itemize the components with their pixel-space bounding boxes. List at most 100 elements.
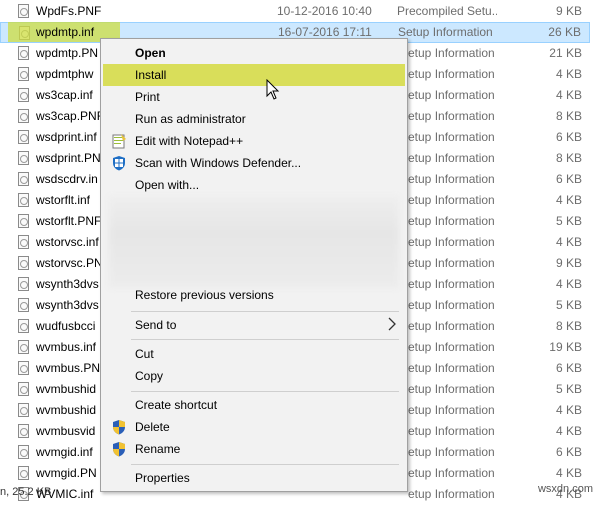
file-type: etup Information	[408, 88, 495, 102]
file-size: 8 KB	[555, 109, 582, 123]
inf-file-icon	[18, 382, 29, 396]
menu-label: Install	[135, 68, 167, 82]
menu-label: Create shortcut	[135, 398, 218, 412]
inf-file-icon	[18, 88, 29, 102]
blurred-menu-region	[109, 196, 399, 288]
chevron-right-icon	[387, 317, 397, 331]
uac-shield-icon	[111, 419, 127, 435]
file-type: etup Information	[408, 361, 495, 375]
file-size: 4 KB	[555, 88, 582, 102]
file-size: 5 KB	[555, 214, 582, 228]
file-name: wpdmtp.PN	[36, 46, 99, 60]
menu-item-print[interactable]: Print	[103, 86, 405, 108]
inf-file-icon	[18, 130, 29, 144]
file-name: wstorflt.PNF	[36, 214, 102, 228]
file-type: etup Information	[408, 235, 495, 249]
file-type: etup Information	[408, 340, 495, 354]
inf-file-icon	[18, 466, 29, 480]
menu-item-scan-defender[interactable]: Scan with Windows Defender...	[103, 152, 405, 174]
file-size: 8 KB	[555, 151, 582, 165]
file-type: etup Information	[408, 67, 495, 81]
menu-item-run-as-admin[interactable]: Run as administrator	[103, 108, 405, 130]
menu-label: Print	[135, 90, 160, 104]
inf-file-icon	[18, 235, 29, 249]
file-date: 16-07-2016 17:11	[278, 25, 372, 39]
inf-file-icon	[18, 46, 29, 60]
menu-item-delete[interactable]: Delete	[103, 416, 405, 438]
inf-file-icon	[18, 109, 29, 123]
menu-label: Properties	[135, 471, 190, 485]
mouse-cursor-icon	[266, 78, 280, 101]
file-name: wsdprint.inf	[36, 130, 97, 144]
file-type: etup Information	[408, 298, 495, 312]
file-size: 4 KB	[555, 67, 582, 81]
menu-separator	[131, 391, 399, 392]
file-type: Precompiled Setu...	[397, 4, 497, 18]
inf-file-icon	[18, 172, 29, 186]
file-name: wvmbus.PN	[36, 361, 101, 375]
menu-item-send-to[interactable]: Send to	[103, 314, 405, 336]
file-type: etup Information	[408, 193, 495, 207]
file-type: etup Information	[408, 466, 495, 480]
watermark: wsxdn.com	[537, 483, 593, 495]
file-size: 26 KB	[548, 25, 581, 39]
menu-item-rename[interactable]: Rename	[103, 438, 405, 460]
file-size: 4 KB	[555, 277, 582, 291]
file-name: wsynth3dvs	[36, 277, 99, 291]
file-name: wsdscdrv.in	[36, 172, 98, 186]
file-size: 4 KB	[555, 466, 582, 480]
context-menu: Open Install Print Run as administrator …	[100, 38, 408, 492]
menu-item-edit-notepad[interactable]: Edit with Notepad++	[103, 130, 405, 152]
file-type: etup Information	[408, 172, 495, 186]
menu-item-install[interactable]: Install	[103, 64, 405, 86]
menu-item-cut[interactable]: Cut	[103, 343, 405, 365]
file-type: etup Information	[408, 445, 495, 459]
inf-file-icon	[18, 151, 29, 165]
status-bar: n, 25.2 KB	[0, 486, 52, 498]
file-size: 21 KB	[549, 46, 582, 60]
file-size: 6 KB	[555, 361, 582, 375]
file-type: etup Information	[408, 46, 495, 60]
file-type: etup Information	[408, 424, 495, 438]
inf-file-icon	[18, 298, 29, 312]
file-type: etup Information	[408, 256, 495, 270]
menu-label: Copy	[135, 369, 164, 383]
file-name: ws3cap.inf	[36, 88, 93, 102]
menu-item-restore-versions[interactable]: Restore previous versions	[103, 284, 405, 306]
menu-item-open[interactable]: Open	[103, 42, 405, 64]
file-name: ws3cap.PNF	[36, 109, 105, 123]
windows-defender-icon	[111, 155, 127, 171]
menu-separator	[131, 464, 399, 465]
inf-file-icon	[18, 403, 29, 417]
menu-label: Edit with Notepad++	[135, 134, 244, 148]
menu-separator	[131, 311, 399, 312]
file-size: 19 KB	[549, 340, 582, 354]
file-name: wvmbushid	[36, 403, 97, 417]
file-type: etup Information	[408, 151, 495, 165]
menu-item-create-shortcut[interactable]: Create shortcut	[103, 394, 405, 416]
menu-label: Restore previous versions	[135, 288, 274, 302]
file-row[interactable]: WpdFs.PNF 10-12-2016 10:40 Precompiled S…	[0, 1, 590, 22]
file-type: etup Information	[408, 403, 495, 417]
file-size: 4 KB	[555, 193, 582, 207]
file-name: wvmbushid	[36, 382, 97, 396]
file-size: 5 KB	[555, 382, 582, 396]
file-name: wstorvsc.PN	[36, 256, 103, 270]
menu-label: Open	[135, 46, 166, 60]
file-name: wstorflt.inf	[36, 193, 91, 207]
file-type: etup Information	[408, 214, 495, 228]
file-size: 4 KB	[555, 235, 582, 249]
file-name: wudfusbcci	[36, 319, 96, 333]
file-size: 9 KB	[555, 256, 582, 270]
inf-file-icon	[18, 193, 29, 207]
menu-item-copy[interactable]: Copy	[103, 365, 405, 387]
inf-file-icon	[18, 277, 29, 291]
file-name: wpdmtp.inf	[36, 25, 95, 39]
menu-item-properties[interactable]: Properties	[103, 467, 405, 489]
menu-label: Open with...	[135, 178, 200, 192]
menu-item-open-with[interactable]: Open with...	[103, 174, 405, 196]
file-size: 9 KB	[555, 4, 582, 18]
file-name: WpdFs.PNF	[36, 4, 102, 18]
inf-file-icon	[18, 256, 29, 270]
inf-file-icon	[18, 67, 29, 81]
